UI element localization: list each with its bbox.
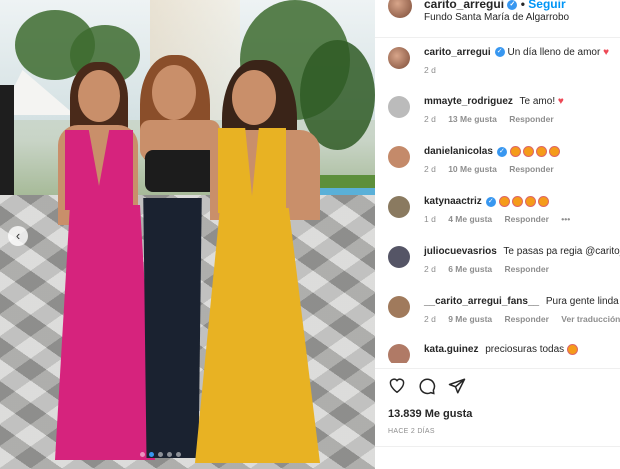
caption-text-row: carito_arregui ✓ Un día lleno de amor ♥	[424, 47, 609, 58]
add-comment-bar[interactable]	[375, 446, 620, 469]
translate-button[interactable]: Ver traducción	[561, 314, 620, 324]
reply-button[interactable]: Responder	[509, 164, 553, 174]
post-header: carito_arregui ✓ • Seguir Fundo Santa Ma…	[375, 0, 620, 38]
comments-list[interactable]: carito_arregui ✓ Un día lleno de amor ♥ 2…	[375, 38, 620, 363]
post-photo[interactable]: ‹	[0, 0, 375, 469]
more-options-icon[interactable]: •••	[561, 214, 570, 224]
reply-button[interactable]: Responder	[509, 114, 553, 124]
speaker	[0, 85, 14, 195]
comment-icon[interactable]	[418, 377, 436, 400]
comment-meta: 2 d 9 Me gusta Responder Ver traducción	[424, 314, 620, 324]
post-actions-bar	[375, 368, 620, 398]
comment-time: 2 d	[424, 164, 436, 174]
heart-emoji-icon: ♥	[603, 47, 610, 58]
caption-text: Un día lleno de amor	[507, 47, 601, 58]
smiling-face-emoji-icon	[537, 196, 549, 207]
comment-time: 2 d	[424, 314, 436, 324]
comment-text: Te pasas pa regia @carito_	[503, 246, 620, 257]
comment-likes[interactable]: 4 Me gusta	[448, 214, 492, 224]
follow-button[interactable]: Seguir	[528, 0, 565, 11]
comment-time: 1 d	[424, 214, 436, 224]
header-username[interactable]: carito_arregui	[424, 0, 504, 11]
comment-likes[interactable]: 10 Me gusta	[448, 164, 497, 174]
comment-text-row: danielanicolas ✓	[424, 146, 562, 157]
likes-count[interactable]: 13.839 Me gusta	[388, 408, 472, 420]
comment-text: preciosuras todas	[485, 344, 565, 356]
verified-badge-icon: ✓	[494, 47, 505, 58]
avatar[interactable]	[388, 344, 410, 363]
comment-username[interactable]: kata.guinez	[424, 344, 478, 355]
heart-icon[interactable]	[388, 377, 406, 398]
smiling-face-emoji-icon	[535, 146, 547, 157]
smiling-face-emoji-icon	[522, 146, 534, 157]
avatar[interactable]	[388, 96, 410, 118]
smiling-face-emoji-icon	[498, 196, 510, 207]
smiling-face-emoji-icon	[524, 196, 536, 207]
avatar[interactable]	[388, 246, 410, 268]
heart-emoji-icon: ♥	[557, 96, 564, 107]
avatar[interactable]	[388, 196, 410, 218]
smiling-face-emoji-icon	[509, 146, 521, 157]
comment-username[interactable]: __carito_arregui_fans__	[424, 296, 539, 307]
comment-time: 2 d	[424, 114, 436, 124]
avatar[interactable]	[388, 296, 410, 318]
share-icon[interactable]	[448, 377, 466, 400]
carousel-indicator	[140, 452, 181, 457]
carousel-dot	[176, 452, 181, 457]
comment-text-row: katynaactriz ✓	[424, 196, 551, 207]
comment-username[interactable]: mmayte_rodriguez	[424, 96, 513, 107]
comment-text-row: __carito_arregui_fans__ Pura gente linda	[424, 296, 619, 307]
location-link[interactable]: Fundo Santa María de Algarrobo	[424, 12, 569, 23]
verified-badge-icon: ✓	[507, 0, 518, 10]
chevron-left-icon[interactable]: ‹	[8, 226, 28, 246]
comment-text: Te amo!	[519, 96, 556, 107]
comment-text-row: mmayte_rodriguez Te amo! ♥	[424, 96, 564, 107]
avatar[interactable]	[388, 0, 412, 18]
avatar[interactable]	[388, 47, 410, 69]
comment-username[interactable]: danielanicolas	[424, 146, 493, 157]
comment-text-row: kata.guinez preciosuras todas	[424, 344, 580, 355]
comment-meta: 2 d 13 Me gusta Responder	[424, 114, 564, 124]
header-username-row: carito_arregui ✓ • Seguir	[424, 0, 566, 11]
comment-username[interactable]: katynaactriz	[424, 196, 482, 207]
heart-eyes-emoji-icon	[566, 344, 578, 355]
avatar[interactable]	[388, 146, 410, 168]
comment-time: 2 d	[424, 264, 436, 274]
smiling-face-emoji-icon	[511, 196, 523, 207]
comment-text-row: juliocuevasrios Te pasas pa regia @carit…	[424, 246, 620, 257]
comment-likes[interactable]: 6 Me gusta	[448, 264, 492, 274]
carousel-dot-active	[149, 452, 154, 457]
smiling-face-emoji-icon	[548, 146, 560, 157]
caption-time: 2 d	[424, 65, 436, 75]
verified-badge-icon: ✓	[496, 146, 507, 157]
verified-badge-icon: ✓	[485, 196, 496, 207]
reply-button[interactable]: Responder	[505, 314, 549, 324]
comment-likes[interactable]: 9 Me gusta	[448, 314, 492, 324]
comment-meta: 2 d 6 Me gusta Responder	[424, 264, 559, 274]
reply-button[interactable]: Responder	[505, 264, 549, 274]
comment-likes[interactable]: 13 Me gusta	[448, 114, 497, 124]
comment-text: Pura gente linda	[545, 296, 619, 307]
caption-username[interactable]: carito_arregui	[424, 47, 491, 58]
carousel-dot	[158, 452, 163, 457]
reply-button[interactable]: Responder	[505, 214, 549, 224]
comment-meta: 1 d 4 Me gusta Responder •••	[424, 214, 580, 224]
comment-meta: 2 d 10 Me gusta Responder	[424, 164, 564, 174]
carousel-dot	[167, 452, 172, 457]
carousel-dot	[140, 452, 145, 457]
caption-meta: 2 d	[424, 65, 446, 75]
post-side-panel: carito_arregui ✓ • Seguir Fundo Santa Ma…	[375, 0, 620, 469]
comment-username[interactable]: juliocuevasrios	[424, 246, 497, 257]
post-date: HACE 2 DÍAS	[388, 428, 435, 435]
